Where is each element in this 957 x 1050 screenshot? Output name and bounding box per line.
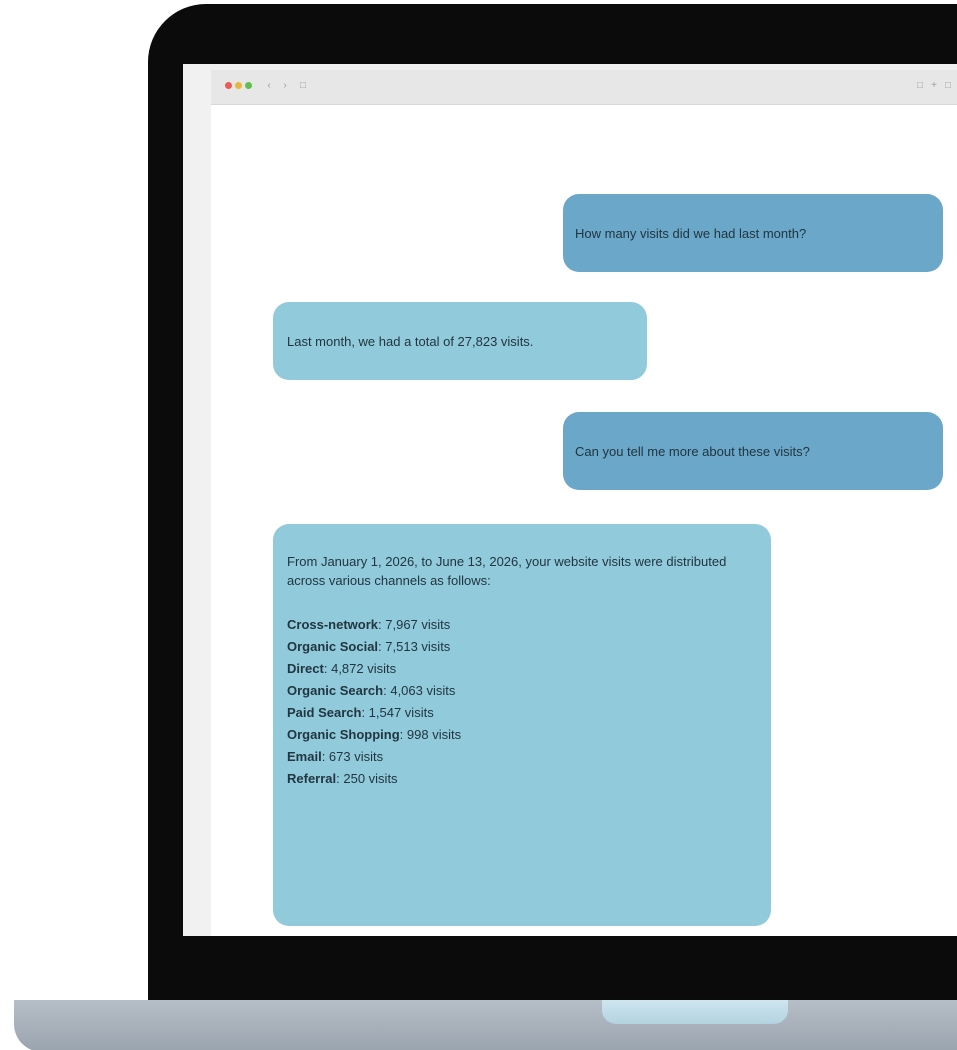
tabs-overview-icon[interactable]: □ (943, 80, 953, 92)
channel-list: Cross-network: 7,967 visits Organic Soci… (287, 614, 757, 790)
list-item: Referral: 250 visits (287, 768, 757, 790)
channel-visits: : 7,513 visits (378, 639, 451, 654)
message-intro: From January 1, 2026, to June 13, 2026, … (287, 554, 727, 588)
channel-visits: : 250 visits (336, 771, 398, 786)
list-item: Cross-network: 7,967 visits (287, 614, 757, 636)
browser-window: ‹ › □ □ + □ How many visits did we had l… (211, 70, 957, 936)
channel-visits: : 1,547 visits (361, 705, 434, 720)
list-item: Paid Search: 1,547 visits (287, 702, 757, 724)
channel-visits: : 4,063 visits (383, 683, 456, 698)
share-icon[interactable]: □ (915, 80, 925, 92)
channel-name: Paid Search (287, 705, 362, 720)
forward-icon[interactable]: › (279, 80, 291, 92)
channel-visits: : 673 visits (321, 749, 384, 764)
channel-name: Organic Search (287, 683, 384, 698)
channel-visits: : 4,872 visits (323, 661, 397, 676)
user-message: How many visits did we had last month? (563, 194, 943, 272)
message-text: Last month, we had a total of 27,823 vis… (287, 333, 534, 349)
assistant-message: From January 1, 2026, to June 13, 2026, … (273, 524, 771, 926)
close-dot-icon[interactable] (225, 82, 232, 89)
message-text: Can you tell me more about these visits? (575, 443, 810, 459)
new-tab-icon[interactable]: + (929, 80, 939, 92)
list-item: Organic Social: 7,513 visits (287, 636, 757, 658)
laptop-base (14, 1000, 957, 1050)
channel-name: Referral (287, 771, 337, 786)
user-message: Can you tell me more about these visits? (563, 412, 943, 490)
assistant-message: Last month, we had a total of 27,823 vis… (273, 302, 647, 380)
channel-name: Organic Shopping (287, 727, 400, 742)
list-item: Organic Shopping: 998 visits (287, 724, 757, 746)
list-item: Direct: 4,872 visits (287, 658, 757, 680)
zoom-dot-icon[interactable] (245, 82, 252, 89)
laptop-screen: ‹ › □ □ + □ How many visits did we had l… (183, 64, 957, 936)
message-text: How many visits did we had last month? (575, 225, 807, 241)
laptop-mockup: ‹ › □ □ + □ How many visits did we had l… (0, 0, 957, 1050)
sidebar-icon[interactable]: □ (297, 80, 309, 92)
channel-visits: : 7,967 visits (378, 617, 451, 632)
back-icon[interactable]: ‹ (263, 80, 275, 92)
list-item: Organic Search: 4,063 visits (287, 680, 757, 702)
channel-name: Direct (287, 661, 324, 676)
channel-name: Organic Social (287, 639, 379, 654)
channel-visits: : 998 visits (399, 727, 462, 742)
laptop-hinge-notch (602, 1000, 788, 1024)
channel-name: Email (287, 749, 322, 764)
list-item: Email: 673 visits (287, 746, 757, 768)
channel-name: Cross-network (287, 617, 379, 632)
minimize-dot-icon[interactable] (235, 82, 242, 89)
browser-toolbar: ‹ › □ □ + □ (211, 70, 957, 105)
